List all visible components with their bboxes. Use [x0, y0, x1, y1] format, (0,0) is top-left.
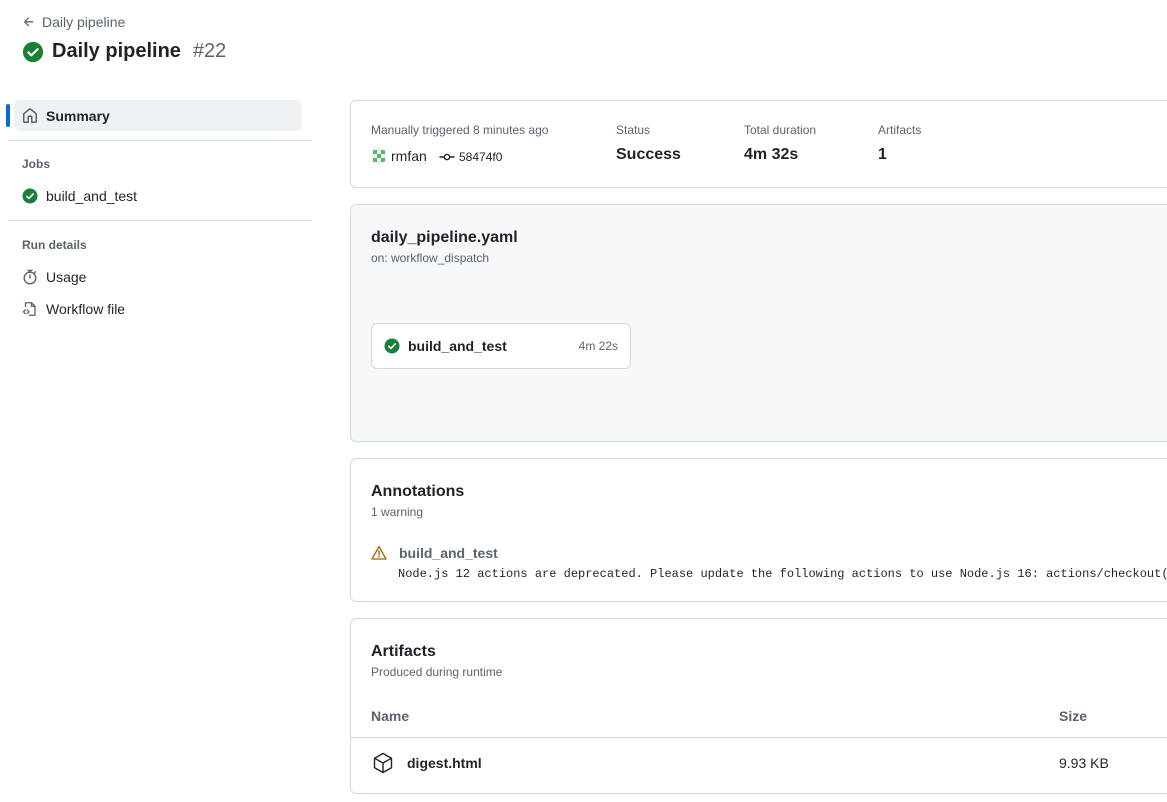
divider	[351, 737, 1167, 738]
divider	[8, 140, 312, 141]
artifacts-title: Artifacts	[371, 643, 436, 660]
sidebar-item-label: build_and_test	[46, 188, 138, 204]
job-name: build_and_test	[408, 338, 507, 354]
artifact-link[interactable]: digest.html	[407, 755, 482, 771]
check-circle-icon	[384, 338, 400, 354]
annotation-message: Node.js 12 actions are deprecated. Pleas…	[398, 567, 1167, 581]
trigger-text: Manually triggered 8 minutes ago	[371, 123, 549, 137]
sidebar-item-build-and-test[interactable]: build_and_test	[22, 188, 137, 204]
avatar	[371, 148, 387, 164]
artifacts-card: Artifacts Produced during runtime Name S…	[350, 618, 1167, 794]
stopwatch-icon	[23, 269, 37, 285]
artifacts-subtitle: Produced during runtime	[371, 665, 503, 679]
annotations-card: Annotations 1 warning build_and_test Nod…	[350, 458, 1167, 602]
artifacts-label: Artifacts	[878, 123, 922, 137]
sidebar-item-label: Workflow file	[46, 301, 126, 317]
artifacts-count: 1	[878, 146, 887, 163]
page-title: Daily pipeline #22	[22, 40, 226, 63]
workflow-file-name: daily_pipeline.yaml	[371, 229, 518, 246]
duration-label: Total duration	[744, 123, 817, 137]
warning-icon	[371, 545, 387, 560]
run-details-heading: Run details	[22, 238, 87, 252]
workflow-title: Daily pipeline	[52, 40, 181, 62]
job-node-build-and-test[interactable]: build_and_test 4m 22s	[371, 323, 631, 369]
git-commit-icon	[439, 153, 455, 161]
run-summary-card: Manually triggered 8 minutes ago rmfan 5…	[350, 100, 1167, 188]
sidebar-item-label: Summary	[46, 107, 110, 124]
jobs-heading: Jobs	[22, 157, 51, 171]
actor-name: rmfan	[391, 148, 427, 164]
annotations-count: 1 warning	[371, 505, 424, 519]
workflow-graph-card: daily_pipeline.yaml on: workflow_dispatc…	[350, 204, 1167, 442]
sidebar-item-summary[interactable]: Summary	[6, 100, 302, 131]
back-link-label: Daily pipeline	[42, 14, 126, 30]
back-link[interactable]: Daily pipeline	[22, 14, 125, 30]
check-circle-icon	[22, 41, 44, 62]
column-header-size: Size	[1059, 708, 1088, 724]
package-icon	[373, 752, 393, 774]
actor[interactable]: rmfan	[371, 148, 427, 164]
divider	[8, 220, 312, 221]
workflow-trigger: on: workflow_dispatch	[371, 251, 490, 265]
status-value: Success	[616, 146, 681, 163]
duration-value: 4m 32s	[744, 146, 799, 163]
artifact-size: 9.93 KB	[1059, 755, 1109, 771]
sidebar-item-usage[interactable]: Usage	[22, 269, 86, 285]
annotations-title: Annotations	[371, 483, 465, 500]
sidebar-item-workflow-file[interactable]: Workflow file	[22, 301, 125, 317]
commit-link[interactable]: 58474f0	[439, 149, 502, 165]
column-header-name: Name	[371, 708, 410, 724]
job-duration: 4m 22s	[578, 339, 618, 353]
file-code-icon	[22, 302, 36, 316]
arrow-left-icon	[23, 17, 34, 27]
home-icon	[23, 107, 37, 123]
annotation-job: build_and_test	[399, 545, 498, 561]
annotation-item[interactable]: build_and_test	[371, 545, 498, 561]
sidebar-item-label: Usage	[46, 269, 87, 285]
check-circle-icon	[22, 188, 38, 204]
status-label: Status	[616, 123, 651, 137]
commit-sha: 58474f0	[459, 150, 503, 164]
run-number: #22	[192, 40, 227, 62]
